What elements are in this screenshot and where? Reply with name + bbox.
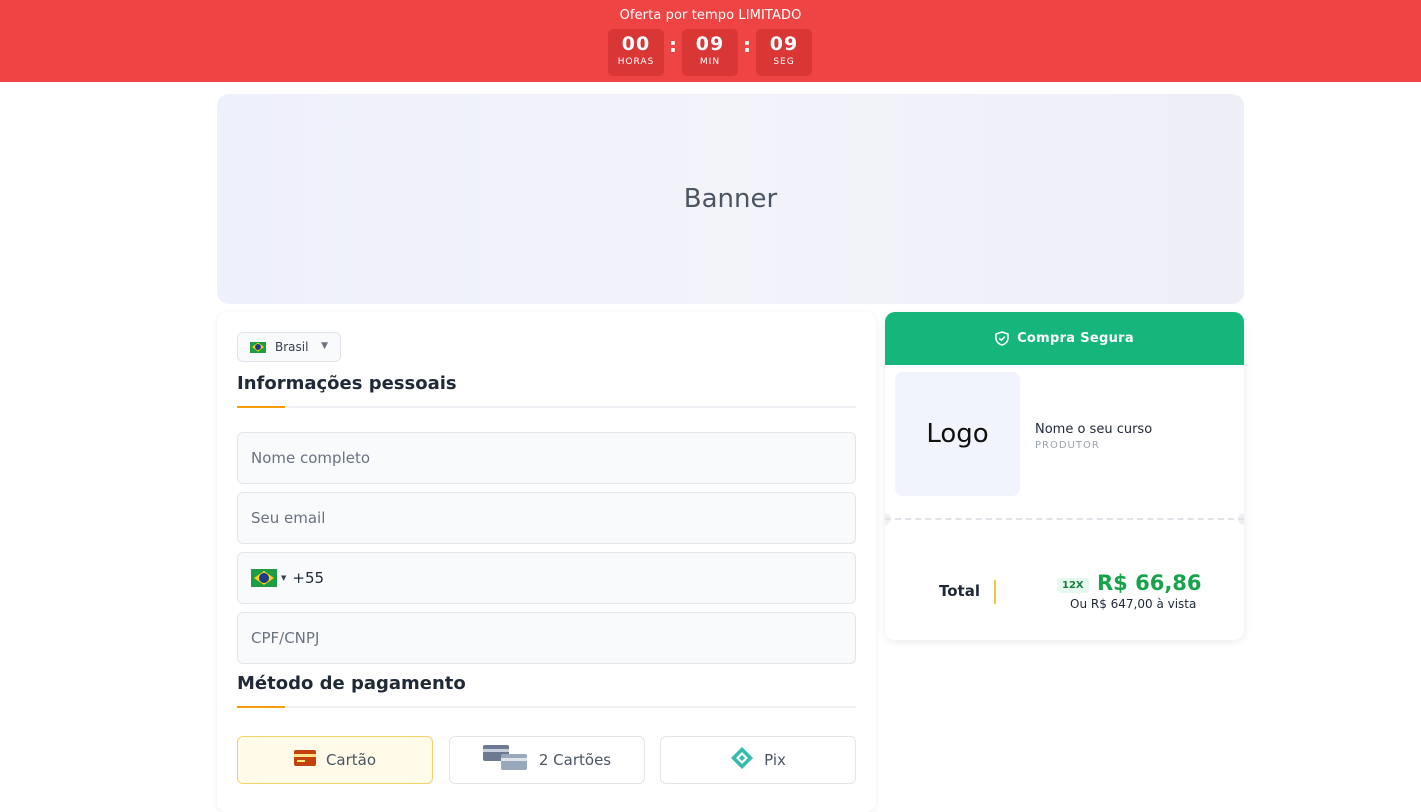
cash-price: Ou R$ 647,00 à vista [1070, 597, 1197, 611]
promo-bar: Oferta por tempo LIMITADO 00 HORAS : 09 … [0, 0, 1421, 82]
total-divider [994, 580, 996, 604]
section-divider [237, 406, 856, 408]
secure-purchase-header: Compra Segura [885, 312, 1244, 365]
pix-icon [730, 746, 754, 774]
credit-card-icon [293, 750, 316, 770]
timer-hours-value: 00 [621, 33, 651, 55]
phone-input[interactable]: ▼ +55 [237, 552, 856, 604]
timer-separator: : [743, 33, 751, 57]
timer-minutes-value: 09 [695, 33, 725, 55]
brazil-flag-icon [250, 341, 266, 353]
full-name-placeholder: Nome completo [251, 449, 371, 467]
product-logo: Logo [895, 372, 1020, 496]
secure-purchase-label: Compra Segura [1017, 331, 1134, 346]
total-label: Total [939, 582, 980, 600]
timer-minutes: 09 MIN [682, 29, 738, 76]
payment-card-button[interactable]: Cartão [237, 736, 433, 784]
payment-method-title: Método de pagamento [237, 673, 466, 694]
timer-minutes-label: MIN [699, 57, 721, 67]
producer-label: PRODUTOR [1035, 440, 1100, 451]
country-select[interactable]: Brasil ▼ [237, 332, 341, 362]
banner: Banner [217, 94, 1244, 304]
countdown-timer: 00 HORAS : 09 MIN : 09 SEG [608, 29, 812, 76]
cpf-cnpj-placeholder: CPF/CNPJ [251, 629, 320, 647]
timer-seconds: 09 SEG [756, 29, 812, 76]
promo-text: Oferta por tempo LIMITADO [619, 8, 802, 23]
shield-check-icon [995, 331, 1009, 346]
installments-badge: 12X [1057, 578, 1089, 593]
payment-pix-button[interactable]: Pix [660, 736, 856, 784]
installment-price: R$ 66,86 [1097, 571, 1202, 595]
brazil-flag-icon[interactable] [251, 569, 277, 587]
timer-separator: : [669, 33, 677, 57]
banner-text: Banner [683, 184, 778, 214]
phone-value: +55 [292, 569, 325, 587]
timer-seconds-value: 09 [769, 33, 799, 55]
payment-pix-label: Pix [764, 751, 786, 769]
timer-hours: 00 HORAS [608, 29, 664, 76]
course-name: Nome o seu curso [1035, 422, 1153, 437]
chevron-down-icon: ▼ [321, 341, 328, 351]
section-divider [237, 706, 856, 708]
order-summary: Compra Segura Logo Nome o seu curso PROD… [885, 312, 1244, 640]
email-input[interactable]: Seu email [237, 492, 856, 544]
full-name-input[interactable]: Nome completo [237, 432, 856, 484]
logo-text: Logo [926, 419, 989, 449]
cpf-cnpj-input[interactable]: CPF/CNPJ [237, 612, 856, 664]
payment-card-label: Cartão [325, 751, 377, 769]
country-label: Brasil [275, 340, 309, 354]
chevron-down-icon: ▼ [281, 574, 287, 582]
payment-two-cards-label: 2 Cartões [538, 751, 612, 769]
dashed-divider [885, 518, 1244, 520]
personal-info-title: Informações pessoais [237, 373, 457, 394]
two-cards-icon [482, 745, 529, 775]
checkout-form: Brasil ▼ Informações pessoais Nome compl… [217, 312, 876, 812]
email-placeholder: Seu email [251, 509, 326, 527]
timer-hours-label: HORAS [617, 57, 655, 67]
payment-two-cards-button[interactable]: 2 Cartões [449, 736, 645, 784]
timer-seconds-label: SEG [773, 57, 795, 67]
